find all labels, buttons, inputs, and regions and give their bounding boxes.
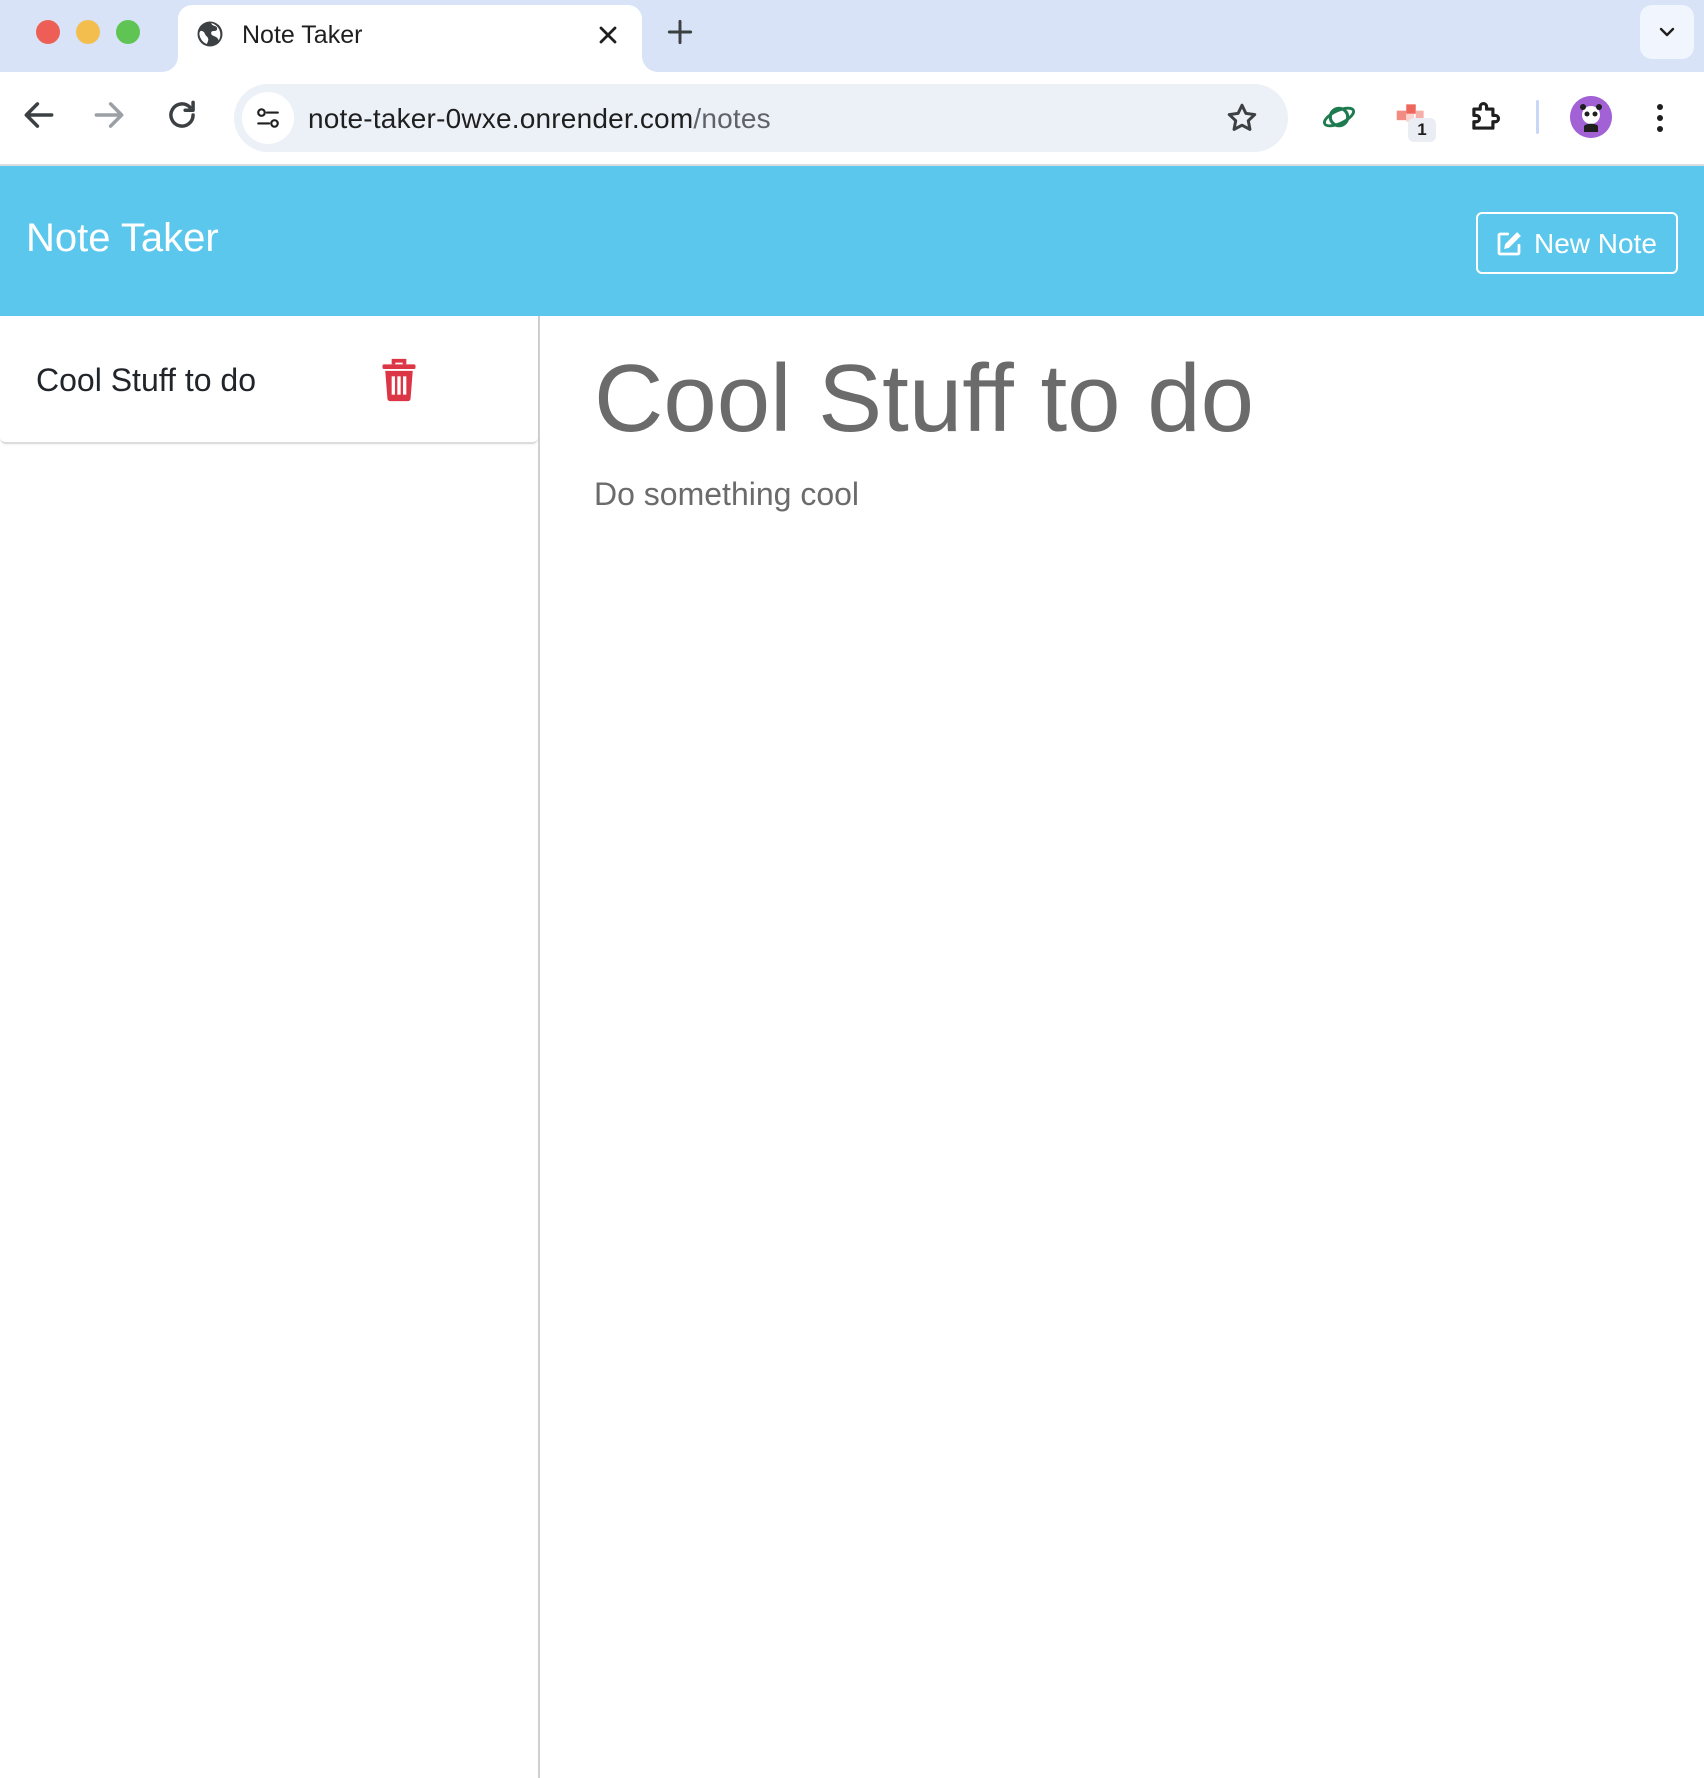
trash-icon[interactable] xyxy=(380,358,418,402)
new-note-label: New Note xyxy=(1534,228,1657,259)
url-domain: note-taker-0wxe.onrender.com xyxy=(308,103,694,134)
note-list-item[interactable]: Cool Stuff to do xyxy=(0,316,538,444)
reload-icon[interactable] xyxy=(163,96,201,134)
planet-extension-icon[interactable] xyxy=(1320,98,1358,136)
tab-search-button[interactable] xyxy=(1640,5,1694,59)
globe-icon xyxy=(197,21,223,47)
note-view: Cool Stuff to do Do something cool xyxy=(542,316,1704,1778)
app-brand[interactable]: Note Taker xyxy=(26,216,219,261)
more-menu-icon[interactable] xyxy=(1648,98,1672,138)
app-navbar: Note Taker New Note xyxy=(0,166,1704,316)
chevron-down-icon xyxy=(1659,27,1675,37)
forward-arrow-icon[interactable] xyxy=(90,96,128,134)
new-note-button[interactable]: New Note xyxy=(1476,212,1678,274)
url-text: note-taker-0wxe.onrender.com/notes xyxy=(308,103,771,135)
profile-avatar[interactable] xyxy=(1570,96,1612,138)
window-minimize-button[interactable] xyxy=(76,20,100,44)
extension-badge: 1 xyxy=(1408,118,1436,142)
extensions-puzzle-icon[interactable] xyxy=(1466,98,1504,136)
toolbar-divider xyxy=(1536,100,1539,134)
address-bar[interactable]: note-taker-0wxe.onrender.com/notes xyxy=(234,84,1288,152)
site-info-button[interactable] xyxy=(242,92,294,144)
window-close-button[interactable] xyxy=(36,20,60,44)
bookmark-star-icon[interactable] xyxy=(1224,100,1260,136)
tab-title: Note Taker xyxy=(242,21,363,49)
url-path: /notes xyxy=(693,103,771,134)
browser-toolbar: note-taker-0wxe.onrender.com/notes 1 xyxy=(0,72,1704,166)
close-tab-icon[interactable] xyxy=(594,21,622,49)
notes-sidebar: Cool Stuff to do xyxy=(0,316,540,1778)
edit-icon xyxy=(1497,232,1521,256)
back-arrow-icon[interactable] xyxy=(20,96,58,134)
note-text[interactable]: Do something cool xyxy=(594,476,859,513)
window-zoom-button[interactable] xyxy=(116,20,140,44)
avatar-icon xyxy=(1570,96,1612,138)
browser-tab-strip: Note Taker xyxy=(0,0,1704,72)
note-title[interactable]: Cool Stuff to do xyxy=(594,344,1254,454)
tune-icon xyxy=(257,108,279,128)
note-list-item-title[interactable]: Cool Stuff to do xyxy=(36,362,256,399)
browser-tab-active[interactable]: Note Taker xyxy=(178,5,642,72)
new-tab-icon[interactable] xyxy=(664,16,696,48)
